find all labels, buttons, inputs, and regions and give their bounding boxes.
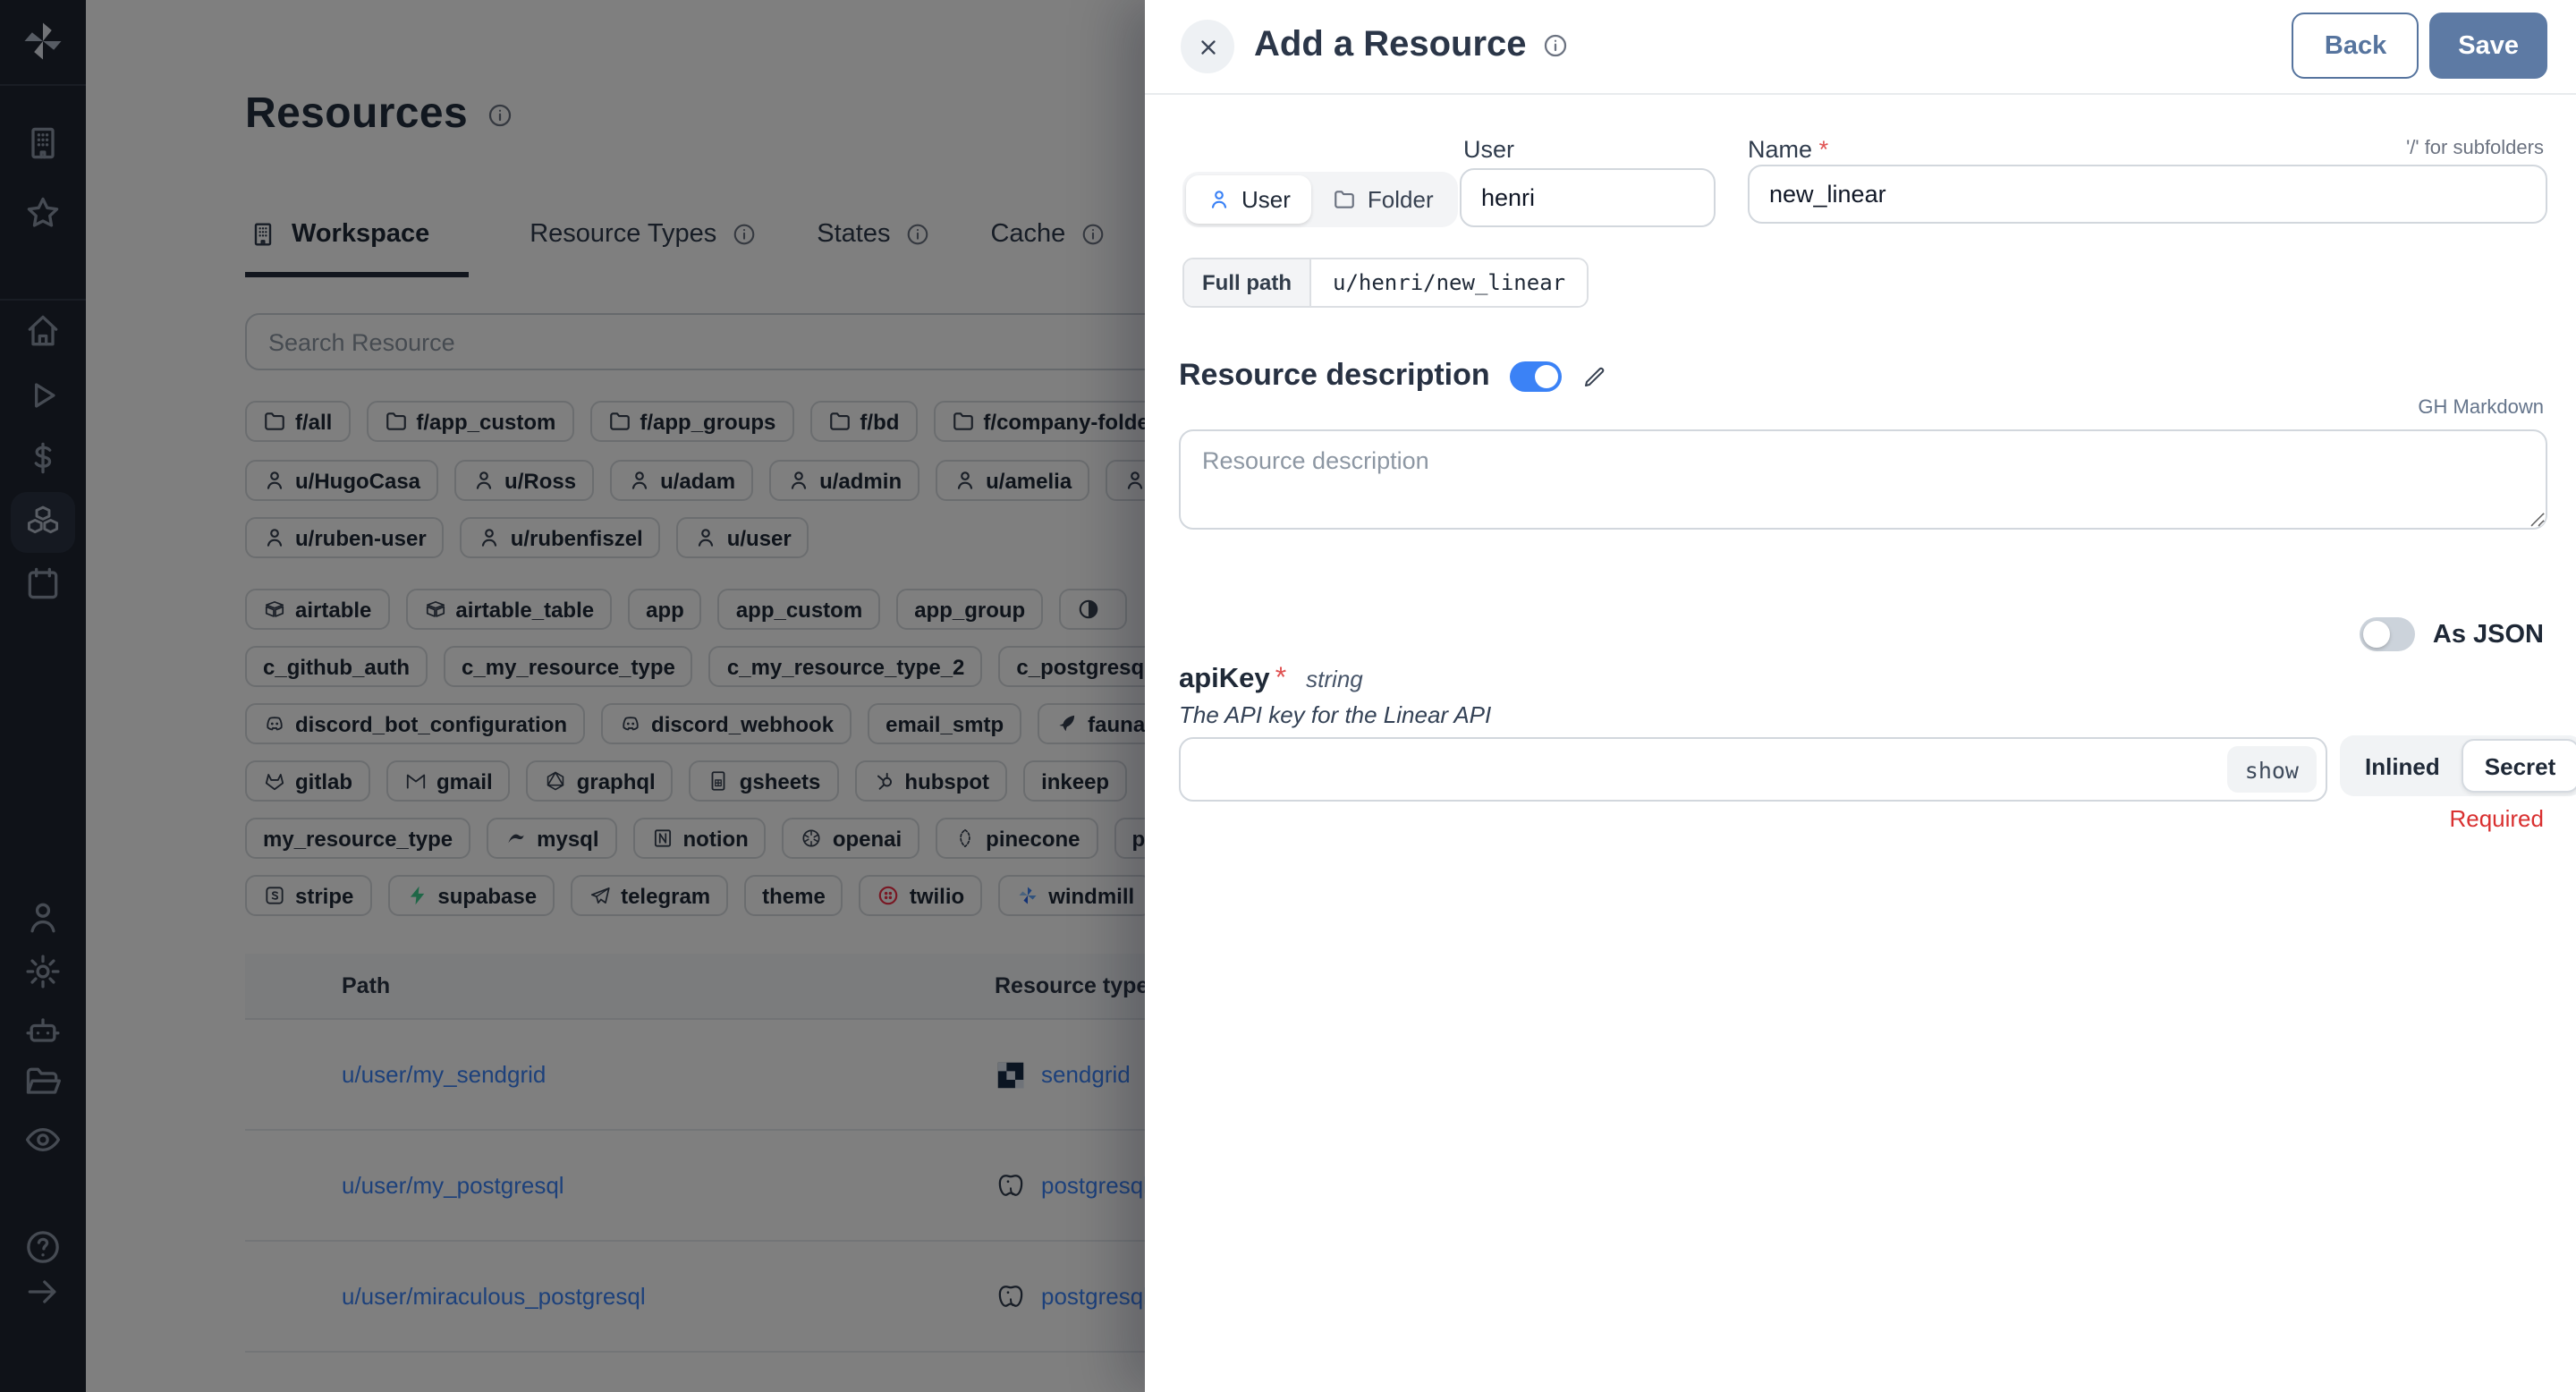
user-field[interactable] <box>1460 168 1716 227</box>
full-path-value: u/henri/new_linear <box>1311 259 1587 306</box>
close-icon[interactable] <box>1181 20 1234 73</box>
gh-markdown-hint: GH Markdown <box>2418 397 2544 419</box>
required-message: Required <box>2449 805 2544 832</box>
as-json-toggle[interactable] <box>2360 617 2415 651</box>
full-path: Full path u/henri/new_linear <box>1182 258 1589 308</box>
apikey-input-wrap: show <box>1179 737 2327 802</box>
drawer-backdrop[interactable] <box>0 0 1145 1392</box>
pencil-icon[interactable] <box>1581 362 1608 389</box>
resource-description-heading: Resource description <box>1179 358 1490 394</box>
back-button[interactable]: Back <box>2292 13 2419 79</box>
drawer-header: Add a Resource Back Save <box>1145 0 2576 95</box>
description-toggle[interactable] <box>1510 361 1562 391</box>
required-asterisk: * <box>1819 136 1829 163</box>
apikey-field-type: string <box>1306 666 1363 692</box>
apikey-description: The API key for the Linear API <box>1179 701 1491 728</box>
show-secret-button[interactable]: show <box>2227 746 2317 793</box>
inlined-segment[interactable]: Inlined <box>2343 739 2462 793</box>
owner-user-segment[interactable]: User <box>1186 175 1312 224</box>
apikey-input[interactable] <box>1182 741 2184 798</box>
required-asterisk: * <box>1275 664 1286 696</box>
person-icon <box>1208 188 1231 211</box>
owner-folder-segment[interactable]: Folder <box>1312 175 1455 224</box>
as-json-label: As JSON <box>2433 620 2544 649</box>
app-root: Resources Workspace Resource Types State… <box>0 0 2576 1392</box>
inlined-secret-toggle: Inlined Secret <box>2340 735 2576 796</box>
secret-segment[interactable]: Secret <box>2462 739 2576 793</box>
folder-icon <box>1334 188 1357 211</box>
description-textarea[interactable] <box>1179 429 2547 530</box>
user-field-label: User <box>1463 136 1514 163</box>
subfolder-hint: '/' for subfolders <box>2406 138 2544 159</box>
drawer-title-info-icon[interactable] <box>1543 32 1570 59</box>
add-resource-drawer: Add a Resource Back Save User Folder Use… <box>1145 0 2576 1392</box>
owner-kind-toggle: User Folder <box>1182 172 1459 227</box>
apikey-field-name: apiKey <box>1179 664 1270 696</box>
full-path-label: Full path <box>1184 259 1311 306</box>
name-field-label: Name * <box>1748 136 1828 163</box>
save-button[interactable]: Save <box>2429 13 2547 79</box>
drawer-title: Add a Resource <box>1254 25 1527 66</box>
name-field[interactable] <box>1748 165 2547 224</box>
